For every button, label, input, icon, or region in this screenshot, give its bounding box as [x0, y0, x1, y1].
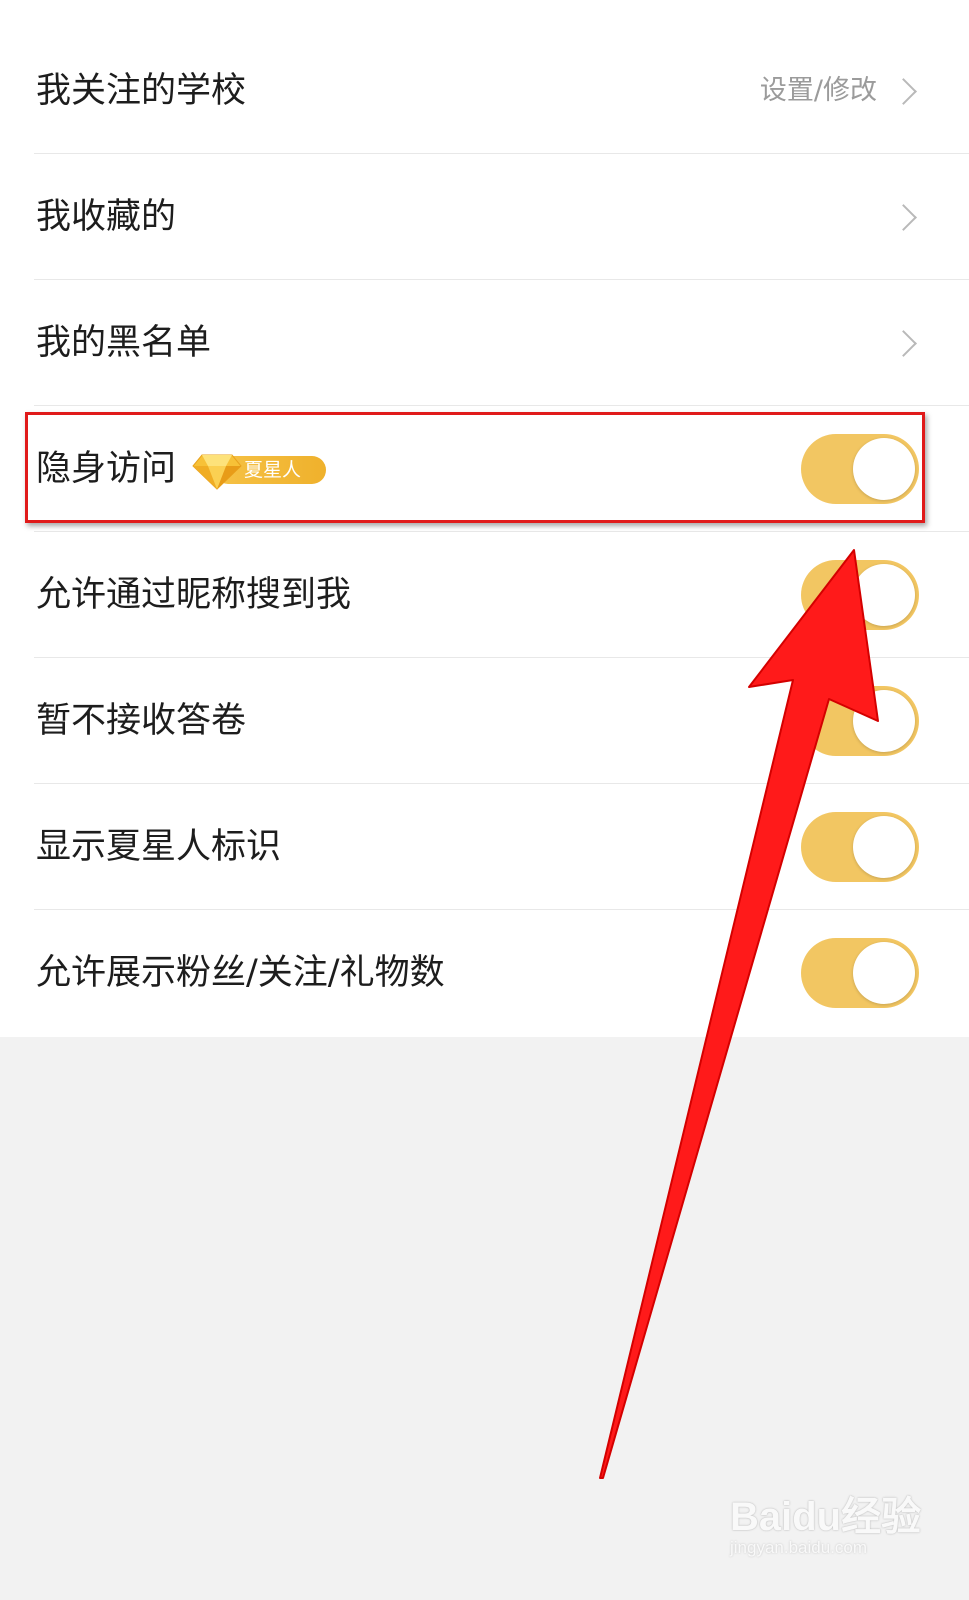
row-favorites[interactable]: 我收藏的 [0, 154, 969, 280]
show-counts-toggle[interactable] [801, 938, 919, 1008]
diamond-icon [192, 454, 242, 490]
row-show-vip-badge: 显示夏星人标识 [0, 784, 969, 910]
row-search-by-nickname: 允许通过昵称搜到我 [0, 532, 969, 658]
invisible-visit-label: 隐身访问 [36, 449, 177, 489]
chevron-right-icon [890, 204, 917, 231]
toggle-knob [853, 690, 915, 752]
watermark-brand: Baidu经验 [730, 1495, 922, 1539]
row-invisible-visit: 隐身访问 夏星人 [0, 406, 969, 532]
show-vip-badge-toggle[interactable] [801, 812, 919, 882]
followed-schools-value: 设置/修改 [759, 75, 877, 106]
chevron-right-icon [890, 78, 917, 105]
search-by-nickname-toggle[interactable] [801, 560, 919, 630]
no-surveys-toggle[interactable] [801, 686, 919, 756]
chevron-right-icon [890, 330, 917, 357]
show-counts-label: 允许展示粉丝/关注/礼物数 [36, 953, 445, 993]
row-no-surveys: 暂不接收答卷 [0, 658, 969, 784]
toggle-knob [853, 438, 915, 500]
watermark: Baidu经验 jingyan.baidu.com [720, 1460, 922, 1570]
settings-list: 我关注的学校 设置/修改 我收藏的 我的黑名单 隐身访问 夏星人 允许通过昵称搜… [0, 0, 969, 1037]
vip-badge-text: 夏星人 [244, 459, 302, 481]
toggle-knob [853, 564, 915, 626]
show-vip-badge-label: 显示夏星人标识 [36, 827, 282, 867]
row-blacklist[interactable]: 我的黑名单 [0, 280, 969, 406]
watermark-url: jingyan.baidu.com [730, 1538, 868, 1557]
blacklist-label: 我的黑名单 [36, 323, 212, 363]
no-surveys-label: 暂不接收答卷 [36, 701, 247, 741]
vip-badge: 夏星人 [192, 453, 326, 490]
favorites-label: 我收藏的 [36, 197, 177, 237]
row-show-counts: 允许展示粉丝/关注/礼物数 [0, 910, 969, 1036]
invisible-visit-toggle[interactable] [801, 434, 919, 504]
followed-schools-label: 我关注的学校 [36, 71, 247, 111]
row-followed-schools[interactable]: 我关注的学校 设置/修改 [0, 28, 969, 154]
search-by-nickname-label: 允许通过昵称搜到我 [36, 575, 352, 615]
toggle-knob [853, 816, 915, 878]
toggle-knob [853, 942, 915, 1004]
